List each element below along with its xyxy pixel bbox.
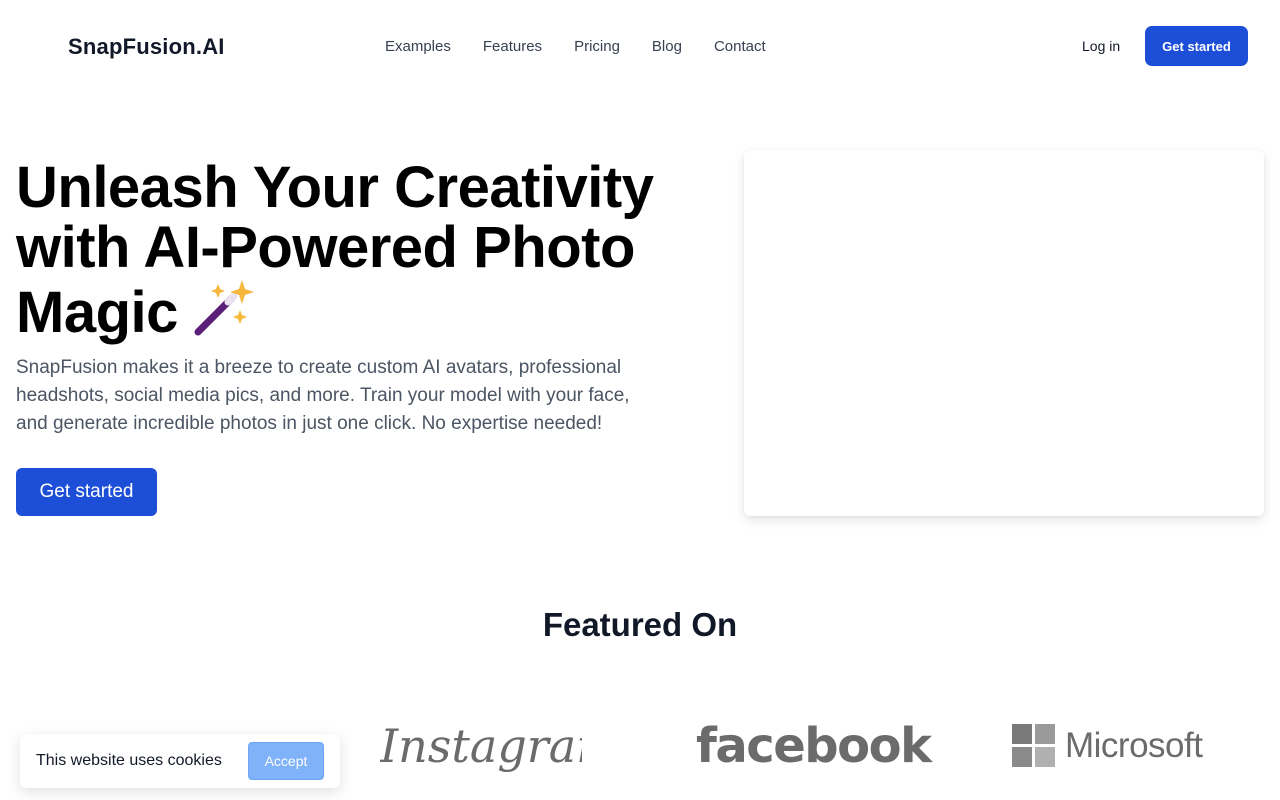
hero-title-text: Unleash Your Creativity with AI-Powered … [16, 155, 654, 345]
hero-subtitle: SnapFusion makes it a breeze to create c… [16, 357, 630, 434]
hero-get-started-button[interactable]: Get started [16, 468, 157, 516]
login-link[interactable]: Log in [1082, 38, 1120, 54]
facebook-logo: facebook [696, 718, 932, 774]
cookie-banner: This website uses cookies Accept [20, 734, 340, 788]
nav-link-contact[interactable]: Contact [714, 38, 766, 55]
nav-link-blog[interactable]: Blog [652, 38, 682, 55]
featured-on-title: Featured On [542, 606, 738, 643]
instagram-logo-text: Instagram [380, 719, 582, 773]
nav-link-examples[interactable]: Examples [385, 38, 451, 55]
microsoft-logo-text: Microsoft [1065, 725, 1203, 765]
hero-media-card [744, 150, 1264, 516]
cookie-message: This website uses cookies [36, 752, 222, 769]
main-nav: Examples Features Pricing Blog Contact [385, 38, 766, 55]
magic-wand-icon [194, 280, 254, 336]
header-get-started-button[interactable]: Get started [1145, 26, 1248, 66]
microsoft-logo: Microsoft [1012, 724, 1203, 767]
cookie-accept-button[interactable]: Accept [248, 742, 324, 780]
brand-logo[interactable]: SnapFusion.AI [68, 34, 225, 60]
nav-link-features[interactable]: Features [483, 38, 542, 55]
microsoft-windows-icon [1012, 724, 1055, 767]
instagram-logo: Instagram [380, 719, 582, 773]
nav-link-pricing[interactable]: Pricing [574, 38, 620, 55]
site-header: SnapFusion.AI Examples Features Pricing … [0, 0, 1280, 92]
hero-title: Unleash Your Creativity with AI-Powered … [16, 158, 716, 343]
